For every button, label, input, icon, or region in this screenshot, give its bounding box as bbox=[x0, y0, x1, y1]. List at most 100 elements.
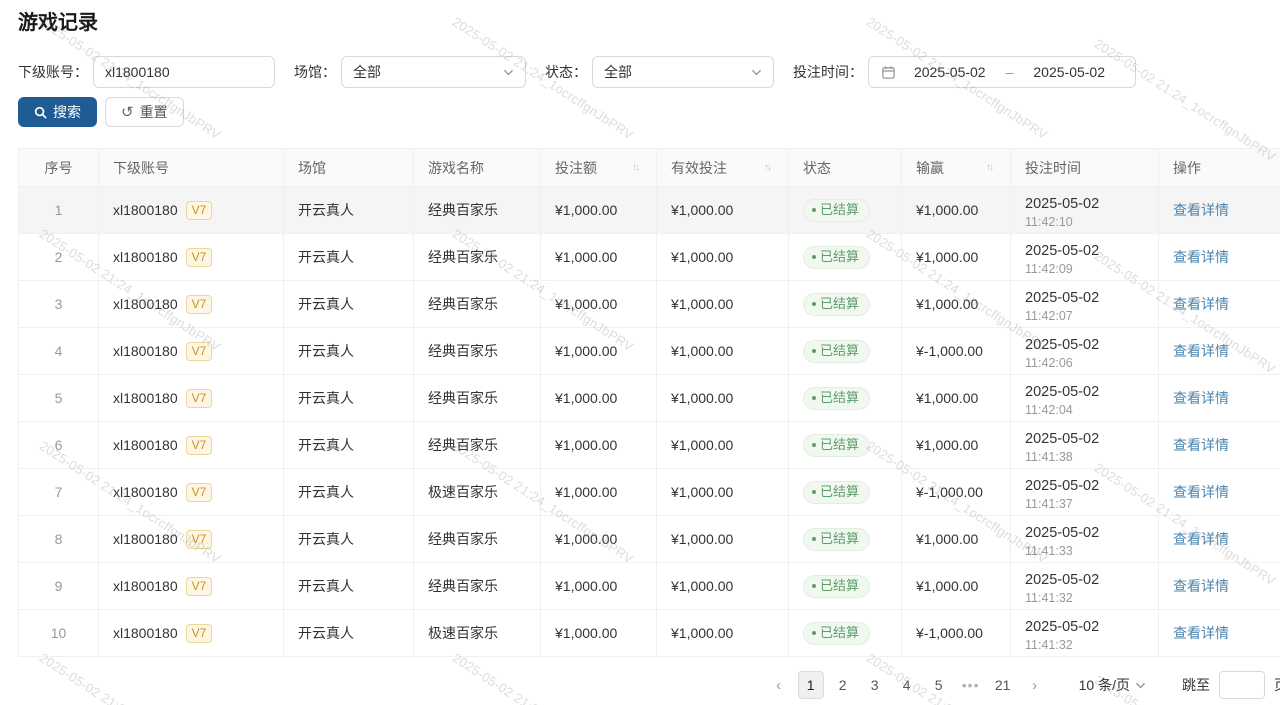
bet-amount-cell: ¥1,000.00 bbox=[541, 422, 657, 469]
row-index: 7 bbox=[19, 469, 99, 516]
venue-label: 场馆： bbox=[294, 62, 336, 82]
bet-time: 11:41:32 bbox=[1025, 637, 1144, 653]
action-cell: 查看详情 bbox=[1159, 563, 1280, 610]
vip-level-badge: V7 bbox=[186, 248, 213, 267]
page-number-2[interactable]: 2 bbox=[830, 671, 856, 699]
action-cell: 查看详情 bbox=[1159, 281, 1280, 328]
row-index: 8 bbox=[19, 516, 99, 563]
bet-time-range-picker[interactable]: 2025-05-02 – 2025-05-02 bbox=[868, 56, 1136, 88]
valid-bet-cell: ¥1,000.00 bbox=[657, 469, 789, 516]
pagination-ellipsis[interactable]: ••• bbox=[958, 671, 984, 699]
view-details-link[interactable]: 查看详情 bbox=[1173, 390, 1229, 406]
calendar-icon bbox=[881, 65, 896, 80]
column-header-6[interactable]: 有效投注↑↓ bbox=[657, 149, 789, 187]
win-loss-cell: ¥-1,000.00 bbox=[902, 469, 1011, 516]
bet-time: 11:42:06 bbox=[1025, 355, 1144, 371]
sort-icon[interactable]: ↑↓ bbox=[764, 162, 774, 173]
page-number-21[interactable]: 21 bbox=[990, 671, 1016, 699]
bet-date: 2025-05-02 bbox=[1025, 524, 1144, 543]
view-details-link[interactable]: 查看详情 bbox=[1173, 578, 1229, 594]
venue-cell: 开云真人 bbox=[284, 469, 414, 516]
view-details-link[interactable]: 查看详情 bbox=[1173, 249, 1229, 265]
status-label: 已结算 bbox=[820, 249, 859, 265]
filter-account: 下级账号： bbox=[18, 56, 275, 88]
reset-button[interactable]: ↺ 重置 bbox=[105, 97, 184, 127]
game-name-cell: 极速百家乐 bbox=[414, 610, 541, 657]
venue-select[interactable]: 全部 bbox=[341, 56, 526, 88]
sort-icon[interactable]: ↑↓ bbox=[632, 162, 642, 173]
status-label: 已结算 bbox=[820, 531, 859, 547]
row-index: 6 bbox=[19, 422, 99, 469]
game-name-cell: 经典百家乐 bbox=[414, 375, 541, 422]
venue-cell: 开云真人 bbox=[284, 328, 414, 375]
win-loss-cell: ¥-1,000.00 bbox=[902, 610, 1011, 657]
status-label: 已结算 bbox=[820, 202, 859, 218]
page-size-select[interactable]: 10 条/页 bbox=[1079, 675, 1146, 695]
view-details-link[interactable]: 查看详情 bbox=[1173, 343, 1229, 359]
view-details-link[interactable]: 查看详情 bbox=[1173, 202, 1229, 218]
vip-level-badge: V7 bbox=[186, 389, 213, 408]
page-number-1[interactable]: 1 bbox=[798, 671, 824, 699]
row-index: 10 bbox=[19, 610, 99, 657]
game-name-cell: 经典百家乐 bbox=[414, 281, 541, 328]
game-name-cell: 经典百家乐 bbox=[414, 563, 541, 610]
view-details-link[interactable]: 查看详情 bbox=[1173, 296, 1229, 312]
search-icon bbox=[34, 106, 47, 119]
status-select[interactable]: 全部 bbox=[592, 56, 774, 88]
sort-icon[interactable]: ↑↓ bbox=[986, 162, 996, 173]
pagination-next[interactable]: › bbox=[1022, 671, 1048, 699]
view-details-link[interactable]: 查看详情 bbox=[1173, 437, 1229, 453]
bet-amount-cell: ¥1,000.00 bbox=[541, 516, 657, 563]
status-dot-icon bbox=[812, 584, 816, 588]
page-number-5[interactable]: 5 bbox=[926, 671, 952, 699]
end-date-value[interactable]: 2025-05-02 bbox=[1015, 64, 1123, 80]
column-header-1: 序号 bbox=[19, 149, 99, 187]
view-details-link[interactable]: 查看详情 bbox=[1173, 625, 1229, 641]
column-header-8[interactable]: 输赢 ↑↓ bbox=[902, 149, 1011, 187]
account-value: xl1800180 bbox=[113, 625, 178, 641]
bet-amount-cell: ¥1,000.00 bbox=[541, 469, 657, 516]
column-header-7: 状态 bbox=[789, 149, 902, 187]
date-separator: – bbox=[1004, 64, 1016, 80]
chevron-down-icon bbox=[503, 67, 514, 78]
pagination-prev[interactable]: ‹ bbox=[766, 671, 792, 699]
win-loss-cell: ¥1,000.00 bbox=[902, 516, 1011, 563]
venue-cell: 开云真人 bbox=[284, 375, 414, 422]
bet-amount-cell: ¥1,000.00 bbox=[541, 234, 657, 281]
account-value: xl1800180 bbox=[113, 249, 178, 265]
filter-status: 状态： 全部 bbox=[545, 56, 774, 88]
venue-cell: 开云真人 bbox=[284, 422, 414, 469]
filter-bar: 下级账号： 场馆： 全部 状态： 全部 投注时间： bbox=[18, 56, 1280, 88]
account-value: xl1800180 bbox=[113, 296, 178, 312]
game-name-cell: 经典百家乐 bbox=[414, 328, 541, 375]
action-cell: 查看详情 bbox=[1159, 422, 1280, 469]
account-value: xl1800180 bbox=[113, 343, 178, 359]
action-bar: 搜索 ↺ 重置 bbox=[18, 97, 1280, 127]
table-row: 2xl1800180V7开云真人经典百家乐¥1,000.00¥1,000.00已… bbox=[19, 234, 1280, 281]
account-cell: xl1800180V7 bbox=[99, 187, 284, 234]
page-number-3[interactable]: 3 bbox=[862, 671, 888, 699]
bet-date: 2025-05-02 bbox=[1025, 242, 1144, 261]
table-header-row: 序号下级账号场馆游戏名称投注额↑↓有效投注↑↓状态输赢↑↓投注时间操作 bbox=[19, 149, 1280, 187]
column-header-label: 输赢 bbox=[916, 158, 944, 178]
page-number-4[interactable]: 4 bbox=[894, 671, 920, 699]
venue-cell: 开云真人 bbox=[284, 610, 414, 657]
account-value: xl1800180 bbox=[113, 437, 178, 453]
page-jump: 跳至页 bbox=[1182, 671, 1280, 699]
bet-date: 2025-05-02 bbox=[1025, 477, 1144, 496]
valid-bet-cell: ¥1,000.00 bbox=[657, 375, 789, 422]
jump-input[interactable] bbox=[1219, 671, 1265, 699]
column-header-5[interactable]: 投注额↑↓ bbox=[541, 149, 657, 187]
column-header-label: 场馆 bbox=[298, 160, 326, 176]
search-button[interactable]: 搜索 bbox=[18, 97, 97, 127]
status-label: 已结算 bbox=[820, 343, 859, 359]
vip-level-badge: V7 bbox=[186, 295, 213, 314]
account-input[interactable] bbox=[93, 56, 275, 88]
status-label: 已结算 bbox=[820, 625, 859, 641]
status-label: 已结算 bbox=[820, 578, 859, 594]
account-cell: xl1800180V7 bbox=[99, 610, 284, 657]
view-details-link[interactable]: 查看详情 bbox=[1173, 531, 1229, 547]
status-badge: 已结算 bbox=[803, 481, 870, 504]
view-details-link[interactable]: 查看详情 bbox=[1173, 484, 1229, 500]
start-date-value[interactable]: 2025-05-02 bbox=[896, 64, 1004, 80]
